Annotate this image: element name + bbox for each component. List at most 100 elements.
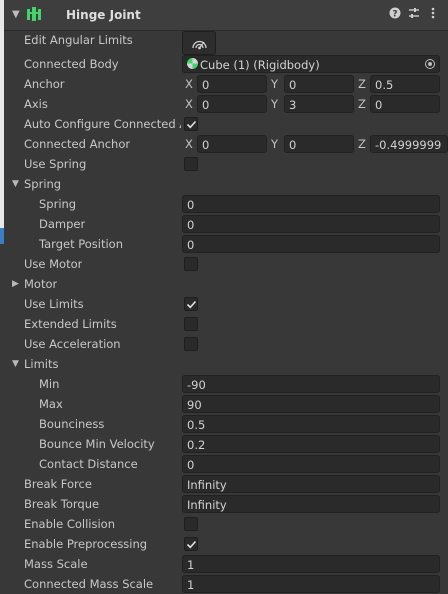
extended-limits-checkbox[interactable] — [184, 317, 198, 331]
use-acceleration-checkbox[interactable] — [184, 337, 198, 351]
limits-foldout[interactable]: ▼ Limits — [4, 354, 448, 374]
connected-anchor-x-label: X — [185, 137, 193, 151]
connected-body-field[interactable]: Cube (1) (Rigidbody) — [182, 55, 440, 73]
enable-preprocessing-row: Enable Preprocessing — [4, 534, 448, 554]
svg-text:?: ? — [392, 10, 397, 20]
min-label: Min — [39, 377, 60, 391]
target-position-row: Target Position 0 — [4, 234, 448, 254]
break-force-row: Break Force Infinity — [4, 474, 448, 494]
anchor-y-field[interactable]: 0 — [284, 75, 354, 93]
break-torque-row: Break Torque Infinity — [4, 494, 448, 514]
enable-collision-checkbox[interactable] — [184, 517, 198, 531]
enable-preprocessing-label: Enable Preprocessing — [24, 537, 148, 551]
enable-preprocessing-checkbox[interactable] — [184, 537, 198, 551]
anchor-x-field[interactable]: 0 — [197, 75, 267, 93]
connected-body-row: Connected Body Cube (1) (Rigidbody) — [4, 54, 448, 74]
damper-label: Damper — [39, 217, 86, 231]
mass-scale-label: Mass Scale — [24, 557, 88, 571]
limits-fold-arrow-icon[interactable]: ▼ — [12, 359, 19, 369]
auto-configure-row: Auto Configure Connected A — [4, 114, 448, 134]
max-label: Max — [39, 397, 63, 411]
connected-anchor-label: Connected Anchor — [24, 137, 131, 151]
break-torque-label: Break Torque — [24, 497, 100, 511]
bounciness-label: Bounciness — [39, 417, 105, 431]
extended-limits-label: Extended Limits — [24, 317, 117, 331]
anchor-label: Anchor — [24, 77, 65, 91]
axis-y-label: Y — [271, 97, 279, 111]
extended-limits-row: Extended Limits — [4, 314, 448, 334]
break-torque-field[interactable]: Infinity — [182, 495, 440, 513]
axis-x-label: X — [185, 97, 193, 111]
checkmark-icon — [186, 540, 197, 549]
auto-configure-checkbox[interactable] — [184, 117, 198, 131]
anchor-y-label: Y — [271, 77, 279, 91]
bounce-min-velocity-label: Bounce Min Velocity — [39, 437, 155, 451]
use-spring-row: Use Spring — [4, 154, 448, 174]
bounciness-field[interactable]: 0.5 — [182, 415, 440, 433]
spring-foldout[interactable]: ▼ Spring — [4, 174, 448, 194]
contact-distance-label: Contact Distance — [39, 457, 138, 471]
connected-anchor-z-label: Z — [358, 137, 366, 151]
connected-anchor-x-field[interactable]: 0 — [197, 135, 267, 153]
mass-scale-field[interactable]: 1 — [182, 555, 440, 573]
connected-anchor-row: Connected Anchor X 0 Y 0 Z -0.4999999 — [4, 134, 448, 154]
damper-row: Damper 0 — [4, 214, 448, 234]
enable-collision-label: Enable Collision — [24, 517, 115, 531]
target-position-field[interactable]: 0 — [182, 235, 440, 253]
connected-body-label: Connected Body — [24, 57, 119, 71]
contact-distance-field[interactable]: 0 — [182, 455, 440, 473]
axis-z-field[interactable]: 0 — [370, 95, 440, 113]
connected-anchor-z-field[interactable]: -0.4999999 — [370, 135, 448, 153]
axis-row: Axis X 0 Y 3 Z 0 — [4, 94, 448, 114]
object-picker-icon[interactable] — [425, 59, 435, 69]
use-acceleration-label: Use Acceleration — [24, 337, 121, 351]
break-force-field[interactable]: Infinity — [182, 475, 440, 493]
anchor-x-label: X — [185, 77, 193, 91]
bounce-min-velocity-field[interactable]: 0.2 — [182, 435, 440, 453]
motor-foldout[interactable]: ▶ Motor — [4, 274, 448, 294]
axis-z-label: Z — [358, 97, 366, 111]
edit-angular-limits-button[interactable] — [182, 31, 216, 55]
damper-field[interactable]: 0 — [182, 215, 440, 233]
axis-x-field[interactable]: 0 — [197, 95, 267, 113]
axis-label: Axis — [24, 97, 48, 111]
spring-fold-arrow-icon[interactable]: ▼ — [12, 179, 19, 189]
spring-label: Spring — [39, 197, 77, 211]
min-field[interactable]: -90 — [182, 375, 440, 393]
spring-field[interactable]: 0 — [182, 195, 440, 213]
use-acceleration-row: Use Acceleration — [4, 334, 448, 354]
component-header[interactable]: ▼ Hinge Joint ? — [4, 0, 448, 31]
motor-fold-arrow-icon[interactable]: ▶ — [12, 279, 19, 289]
target-position-label: Target Position — [39, 237, 124, 251]
motor-group-label: Motor — [24, 277, 58, 291]
use-motor-checkbox[interactable] — [184, 257, 198, 271]
connected-anchor-y-label: Y — [271, 137, 279, 151]
use-spring-checkbox[interactable] — [184, 157, 198, 171]
axis-y-field[interactable]: 3 — [284, 95, 354, 113]
anchor-z-field[interactable]: 0.5 — [370, 75, 440, 93]
checkmark-icon — [186, 120, 197, 129]
kebab-menu-icon[interactable] — [426, 7, 440, 21]
fold-arrow-icon[interactable]: ▼ — [12, 9, 20, 20]
max-field[interactable]: 90 — [182, 395, 440, 413]
component-title: Hinge Joint — [66, 8, 141, 22]
use-motor-row: Use Motor — [4, 254, 448, 274]
edit-angular-limits-label: Edit Angular Limits — [24, 33, 133, 47]
edit-angular-limits-icon — [192, 40, 207, 50]
bounciness-row: Bounciness 0.5 — [4, 414, 448, 434]
use-limits-row: Use Limits — [4, 294, 448, 314]
use-limits-label: Use Limits — [24, 297, 84, 311]
help-icon[interactable]: ? — [388, 7, 402, 21]
connected-anchor-y-field[interactable]: 0 — [284, 135, 354, 153]
spring-group-label: Spring — [24, 177, 62, 191]
presets-icon[interactable] — [407, 7, 421, 21]
spring-row: Spring 0 — [4, 194, 448, 214]
max-row: Max 90 — [4, 394, 448, 414]
rigidbody-icon — [187, 58, 198, 69]
mass-scale-row: Mass Scale 1 — [4, 554, 448, 574]
connected-mass-scale-field[interactable]: 1 — [182, 575, 440, 593]
min-row: Min -90 — [4, 374, 448, 394]
connected-mass-scale-row: Connected Mass Scale 1 — [4, 574, 448, 594]
use-limits-checkbox[interactable] — [184, 297, 198, 311]
checkmark-icon — [186, 300, 197, 309]
